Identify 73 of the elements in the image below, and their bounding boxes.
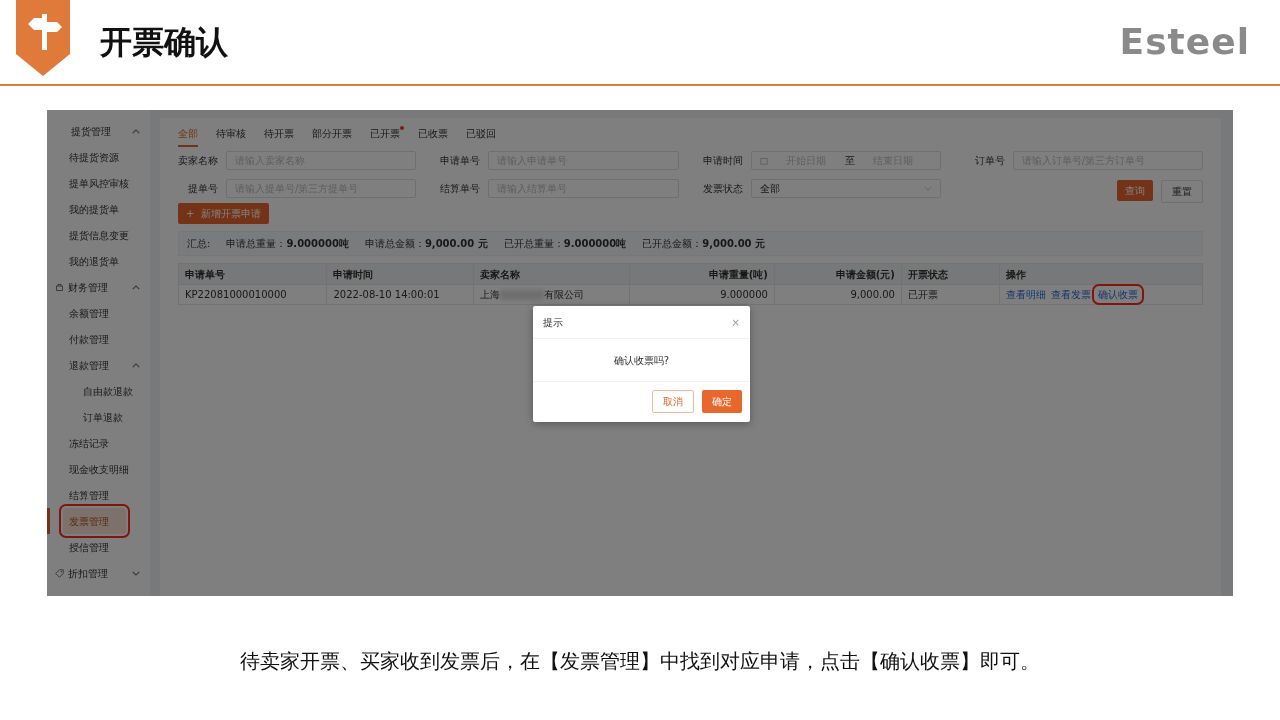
tab[interactable]: 部分开票 xyxy=(312,124,352,147)
tab[interactable]: 已收票 xyxy=(418,124,448,147)
table-cell: 9,000.00 xyxy=(850,289,895,300)
signpost-badge-icon xyxy=(16,0,70,76)
sidebar-item[interactable]: 授信管理 xyxy=(69,534,126,560)
collapse-caret-icon[interactable] xyxy=(132,128,140,134)
expand-caret-icon[interactable] xyxy=(132,570,140,576)
new-invoice-request-button[interactable]: + 新增开票申请 xyxy=(178,203,269,224)
summary-item: 已开总重量：9.000000吨 xyxy=(503,237,627,251)
field-label: 提单号 xyxy=(187,182,219,196)
table-cell: 2022-08-10 14:00:01 xyxy=(333,289,440,300)
column-header: 申请单号 xyxy=(178,263,327,285)
field-label: 结算单号 xyxy=(440,182,482,196)
table-cell: 有限公司 xyxy=(543,289,584,300)
column-header: 操作 xyxy=(999,263,1203,285)
slide-caption: 待卖家开票、买家收到发票后，在【发票管理】中找到对应申请，点击【确认收票】即可。 xyxy=(239,648,1041,675)
sidebar-item[interactable]: 提货管理 xyxy=(71,118,126,144)
sidebar-item[interactable]: 待提货资源 xyxy=(69,144,126,170)
column-header: 申请金额(元) xyxy=(774,263,902,285)
table-cell: 上海 xyxy=(479,289,500,300)
calendar-icon xyxy=(759,156,768,165)
sidebar-item[interactable]: 结算管理 xyxy=(69,482,126,508)
field-label: 申请单号 xyxy=(440,154,482,168)
reset-button[interactable]: 重置 xyxy=(1161,180,1203,203)
logo: Esteel xyxy=(1119,20,1250,64)
sidebar-item[interactable]: 自由款退款 xyxy=(83,378,133,404)
column-header: 申请重量(吨) xyxy=(629,263,775,285)
summary-label: 汇总: xyxy=(187,237,211,251)
tab[interactable]: 已开票 xyxy=(370,124,400,147)
column-header: 卖家名称 xyxy=(473,263,630,285)
dialog-message: 确认收票吗? xyxy=(613,353,670,368)
search-button[interactable]: 查询 xyxy=(1117,180,1153,201)
sidebar-item[interactable]: 付款管理 xyxy=(69,326,126,352)
tab[interactable]: 待开票 xyxy=(264,124,294,147)
confirm-button[interactable]: 确定 xyxy=(702,390,742,413)
sidebar-item[interactable]: 余额管理 xyxy=(69,300,126,326)
sidebar-item[interactable]: 折扣管理 xyxy=(68,560,126,586)
sidebar-item[interactable]: 财务管理 xyxy=(68,274,126,300)
collapse-caret-icon[interactable] xyxy=(132,362,140,368)
dropdown-caret-icon xyxy=(923,186,932,191)
table-cell: KP22081000010000 xyxy=(185,289,287,300)
sidebar-item[interactable]: 现金收支明细 xyxy=(69,456,129,482)
tab[interactable]: 全部 xyxy=(178,124,198,147)
summary-item: 已开总金额：9,000.00 元 xyxy=(642,237,766,251)
table-cell: 已开票 xyxy=(907,289,938,300)
field-label: 申请时间 xyxy=(702,154,744,168)
tab[interactable]: 已驳回 xyxy=(466,124,496,147)
dialog-title: 提示 xyxy=(543,315,563,330)
sidebar-item[interactable]: 提单风控审核 xyxy=(69,170,129,196)
select-value: 全部 xyxy=(759,182,780,196)
table-cell: 9.000000 xyxy=(720,289,768,300)
select-field[interactable]: 全部 xyxy=(750,179,941,198)
tab[interactable]: 待审核 xyxy=(216,124,246,147)
range-separator: 至 xyxy=(844,154,855,168)
action-link[interactable]: 查看发票 xyxy=(1051,289,1092,300)
summary-item: 申请总金额：9,000.00 元 xyxy=(364,237,488,251)
sidebar-item[interactable]: 我的退货单 xyxy=(69,248,126,274)
sidebar-item[interactable]: 退款管理 xyxy=(69,352,126,378)
column-header: 开票状态 xyxy=(901,263,1000,285)
sidebar-item[interactable]: 冻结记录 xyxy=(69,430,126,456)
collapse-caret-icon[interactable] xyxy=(132,284,140,290)
sidebar-item[interactable]: 提货信息变更 xyxy=(69,222,129,248)
sidebar-item[interactable]: 订单退款 xyxy=(83,404,126,430)
cancel-button[interactable]: 取消 xyxy=(652,390,694,413)
field-label: 发票状态 xyxy=(702,182,744,196)
slide-title: 开票确认 xyxy=(100,22,228,63)
field-label: 订单号 xyxy=(973,154,1006,168)
action-link[interactable]: 查看明细 xyxy=(1006,289,1047,300)
field-label: 卖家名称 xyxy=(178,154,219,168)
sidebar-item[interactable]: 我的提货单 xyxy=(69,196,126,222)
column-header: 申请时间 xyxy=(326,263,474,285)
summary-item: 申请总重量：9.000000吨 xyxy=(226,237,349,251)
close-button[interactable]: × xyxy=(731,314,740,330)
